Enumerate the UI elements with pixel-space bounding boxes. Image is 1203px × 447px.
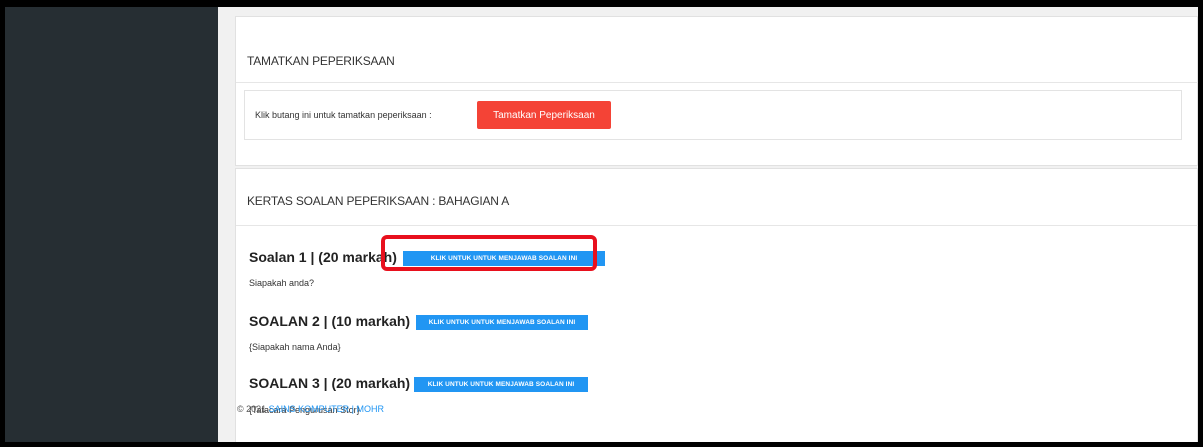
footer: © 2021 SAINS KOMPUTER | MOHR [237, 404, 384, 414]
question-paper-title: KERTAS SOALAN PEPERIKSAAN : BAHAGIAN A [247, 194, 510, 208]
main-content: TAMATKAN PEPERIKSAAN Klik butang ini unt… [235, 7, 1198, 442]
end-exam-card: TAMATKAN PEPERIKSAAN Klik butang ini unt… [235, 16, 1198, 166]
question-3-heading: SOALAN 3 | (20 markah) [249, 375, 411, 391]
sidebar [5, 7, 218, 442]
question-2-text: {Siapakah nama Anda} [249, 342, 341, 352]
answer-question-3-button[interactable]: KLIK UNTUK UNTUK MENJAWAB SOALAN INI [414, 377, 588, 392]
content-gutter [218, 7, 235, 442]
answer-question-2-button[interactable]: KLIK UNTUK UNTUK MENJAWAB SOALAN INI [416, 315, 588, 330]
end-exam-instruction: Klik butang ini untuk tamatkan peperiksa… [255, 110, 432, 120]
card-divider [236, 225, 1198, 226]
end-exam-title: TAMATKAN PEPERIKSAAN [247, 54, 395, 68]
question-paper-card: KERTAS SOALAN PEPERIKSAAN : BAHAGIAN A S… [235, 168, 1198, 442]
card-divider [236, 82, 1198, 83]
question-1-heading: Soalan 1 | (20 markah) [249, 249, 397, 265]
highlight-box [381, 235, 597, 271]
end-exam-box: Klik butang ini untuk tamatkan peperiksa… [244, 90, 1182, 140]
footer-link[interactable]: SAINS KOMPUTER | MOHR [269, 404, 384, 414]
question-1-text: Siapakah anda? [249, 278, 315, 288]
footer-copyright: © 2021 [237, 404, 267, 414]
end-exam-button[interactable]: Tamatkan Peperiksaan [477, 101, 611, 129]
question-2-heading: SOALAN 2 | (10 markah) [249, 313, 411, 329]
